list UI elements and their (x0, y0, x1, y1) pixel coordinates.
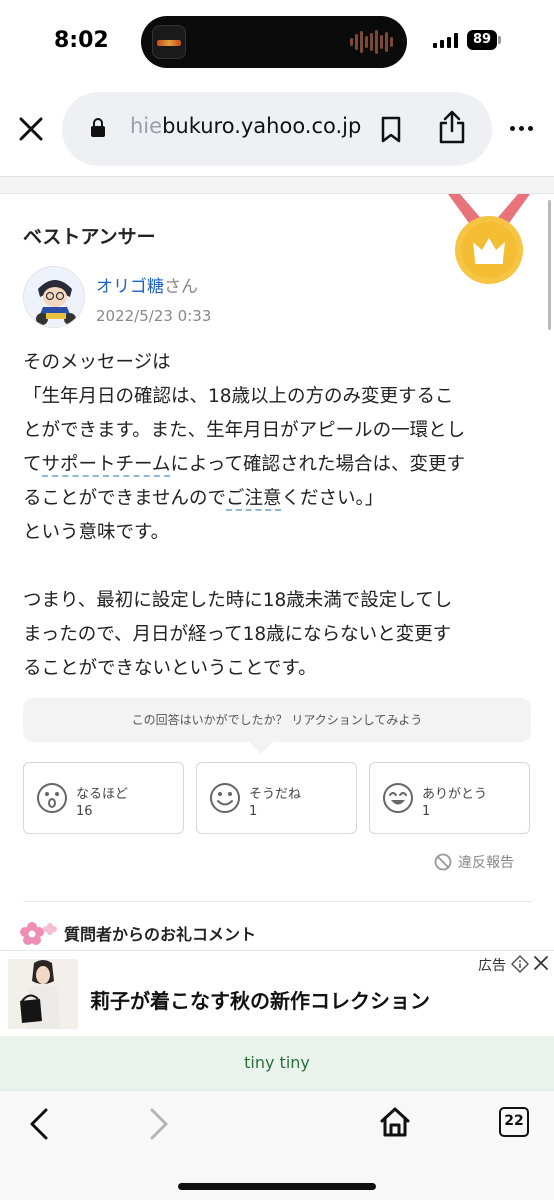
ad-banner[interactable]: 莉子が着こなす秋の新作コレクション 広告 (0, 950, 554, 1036)
scrollbar[interactable] (548, 200, 551, 330)
lock-icon (90, 118, 106, 142)
back-arrow-icon[interactable] (26, 1107, 54, 1145)
answer-date: 2022/5/23 0:33 (96, 307, 212, 325)
page-content: ベストアンサー オリゴ糖さん 2022/5/23 0:33 そのメッセージは 「… (0, 194, 554, 950)
url-text: hiebukuro.yahoo.co.jp (130, 114, 362, 138)
smile-face-icon (209, 782, 241, 818)
forward-arrow-icon[interactable] (144, 1107, 172, 1145)
prohibited-icon (434, 853, 452, 871)
browser-toolbar: 22 (0, 1090, 554, 1200)
battery-level: 89 (467, 30, 497, 50)
keyword-link[interactable]: サポートチーム (41, 454, 171, 477)
divider (23, 901, 531, 902)
now-playing-artwork (152, 25, 186, 59)
reaction-arigatou-button[interactable]: ありがとう 1 (369, 762, 530, 834)
surprised-face-icon (36, 782, 68, 818)
thanks-comment-header: 質問者からのお礼コメント (18, 920, 256, 946)
keyword-link[interactable]: ご注意 (225, 488, 282, 511)
more-options-icon[interactable] (510, 126, 533, 131)
audio-waveform-icon (350, 30, 393, 54)
page-top-strip (0, 176, 554, 194)
clock: 8:02 (54, 28, 109, 53)
ad-headline: 莉子が着こなす秋の新作コレクション (90, 989, 430, 1013)
close-icon[interactable] (14, 112, 48, 146)
status-bar: 8:02 89 (0, 0, 554, 84)
report-link[interactable]: 違反報告 (434, 852, 514, 872)
reaction-naruhodo-button[interactable]: なるほど 16 (23, 762, 184, 834)
bookmark-icon[interactable] (380, 116, 402, 148)
happy-face-icon (382, 782, 414, 818)
share-icon[interactable] (438, 110, 466, 148)
ad-label: 広告 (478, 958, 506, 974)
medal-crown-icon (444, 194, 534, 286)
home-indicator (178, 1183, 376, 1190)
avatar[interactable] (23, 266, 85, 328)
answer-body: そのメッセージは 「生年月日の確認は、18歳以上の方のみ変更するこ とができます… (23, 352, 466, 679)
battery-icon: 89 (467, 30, 501, 50)
tiny-banner[interactable]: tiny tiny (0, 1036, 554, 1090)
answerer-name[interactable]: オリゴ糖さん (96, 272, 198, 297)
ad-info-icon[interactable] (510, 954, 530, 977)
cellular-signal-icon (433, 33, 458, 48)
best-answer-heading: ベストアンサー (23, 226, 156, 248)
reaction-prompt: この回答はいかがでしたか？ リアクションしてみよう (23, 698, 531, 754)
reaction-soudane-button[interactable]: そうだね 1 (196, 762, 357, 834)
reaction-buttons: なるほど 16 そうだね 1 ありがとう 1 (23, 762, 531, 834)
ad-close-icon[interactable] (533, 955, 549, 975)
url-field[interactable]: hiebukuro.yahoo.co.jp (62, 92, 492, 166)
flower-icon (20, 922, 57, 945)
dynamic-island[interactable] (141, 16, 407, 68)
home-icon[interactable] (378, 1105, 412, 1143)
browser-address-bar: hiebukuro.yahoo.co.jp (0, 84, 554, 176)
ad-photo (8, 959, 78, 1029)
tab-count-button[interactable]: 22 (499, 1107, 529, 1137)
